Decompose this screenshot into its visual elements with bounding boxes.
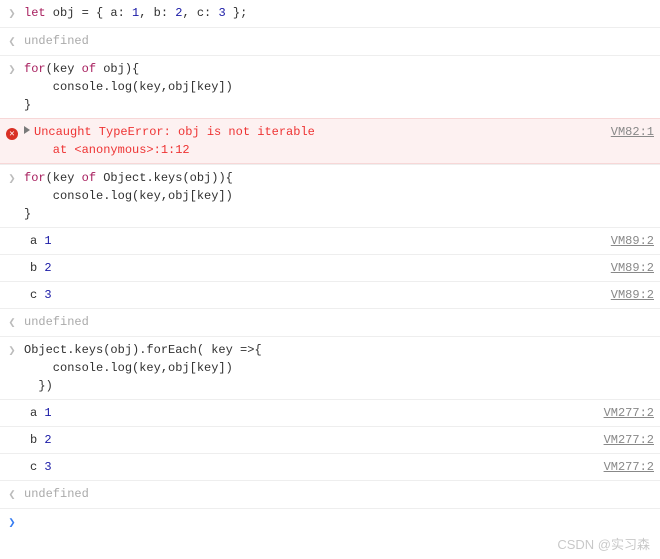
source-link[interactable]: VM89:2 <box>603 232 654 250</box>
log-gutter <box>0 404 24 405</box>
expand-triangle-icon[interactable] <box>24 126 30 134</box>
input-code: for(key of obj){ console.log(key,obj[key… <box>24 60 654 114</box>
source-link[interactable]: VM277:2 <box>596 431 654 449</box>
input-marker-icon: ❯ <box>0 169 24 188</box>
log-message: a 1 <box>24 404 596 422</box>
source-link[interactable]: VM277:2 <box>596 458 654 476</box>
error-message: Uncaught TypeError: obj is not iterable … <box>24 123 603 159</box>
log-gutter <box>0 259 24 260</box>
console-row-log: a 1VM277:2 <box>0 399 660 426</box>
log-message: a 1 <box>24 232 603 250</box>
prompt-marker-icon: ❯ <box>0 513 24 532</box>
input-marker-icon: ❯ <box>0 60 24 79</box>
source-link[interactable]: VM277:2 <box>596 404 654 422</box>
result-marker-icon: ❮ <box>0 32 24 51</box>
error-gutter: ✕ <box>0 123 24 142</box>
log-gutter <box>0 232 24 233</box>
input-marker-icon: ❯ <box>0 341 24 360</box>
console-row-input: ❯for(key of obj){ console.log(key,obj[ke… <box>0 55 660 118</box>
console-row-result: ❮undefined <box>0 480 660 508</box>
result-marker-icon: ❮ <box>0 485 24 504</box>
log-gutter <box>0 286 24 287</box>
console-row-input: ❯Object.keys(obj).forEach( key =>{ conso… <box>0 336 660 399</box>
result-marker-icon: ❮ <box>0 313 24 332</box>
input-code: for(key of Object.keys(obj)){ console.lo… <box>24 169 654 223</box>
console-row-log: c 3VM89:2 <box>0 281 660 308</box>
console-row-log: b 2VM89:2 <box>0 254 660 281</box>
console-row-log: b 2VM277:2 <box>0 426 660 453</box>
error-icon: ✕ <box>6 128 18 140</box>
console-row-log: a 1VM89:2 <box>0 227 660 254</box>
input-code: Object.keys(obj).forEach( key =>{ consol… <box>24 341 654 395</box>
result-value: undefined <box>24 485 654 503</box>
result-value: undefined <box>24 313 654 331</box>
console-row-error: ✕ Uncaught TypeError: obj is not iterable… <box>0 118 660 164</box>
log-message: b 2 <box>24 259 603 277</box>
log-gutter <box>0 458 24 459</box>
watermark: CSDN @实习森 <box>557 534 650 553</box>
source-link[interactable]: VM89:2 <box>603 286 654 304</box>
console-output: ❯let obj = { a: 1, b: 2, c: 3 };❮undefin… <box>0 0 660 536</box>
console-row-prompt: ❯ <box>0 508 660 536</box>
result-value: undefined <box>24 32 654 50</box>
log-message: c 3 <box>24 458 596 476</box>
log-message: c 3 <box>24 286 603 304</box>
input-marker-icon: ❯ <box>0 4 24 23</box>
console-row-result: ❮undefined <box>0 308 660 336</box>
source-link[interactable]: VM89:2 <box>603 259 654 277</box>
console-row-log: c 3VM277:2 <box>0 453 660 480</box>
input-code: let obj = { a: 1, b: 2, c: 3 }; <box>24 4 654 22</box>
source-link[interactable]: VM82:1 <box>603 123 654 141</box>
console-row-result: ❮undefined <box>0 27 660 55</box>
console-row-input: ❯let obj = { a: 1, b: 2, c: 3 }; <box>0 0 660 27</box>
log-gutter <box>0 431 24 432</box>
log-message: b 2 <box>24 431 596 449</box>
console-panel: ❯let obj = { a: 1, b: 2, c: 3 };❮undefin… <box>0 0 660 559</box>
console-row-input: ❯for(key of Object.keys(obj)){ console.l… <box>0 164 660 227</box>
